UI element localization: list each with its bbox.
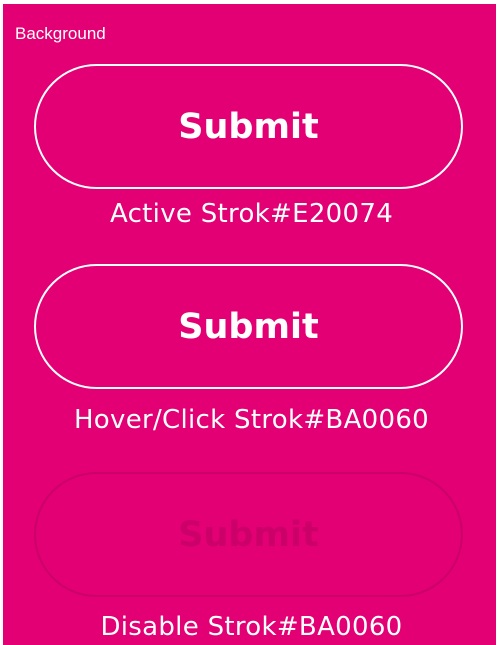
submit-button-hover[interactable]: Submit (34, 264, 463, 389)
background-label: Background (15, 24, 106, 43)
disabled-state-caption: Disable Strok#BA0060 (100, 612, 403, 642)
submit-button-disabled: Submit (34, 472, 463, 597)
hover-state-caption: Hover/Click Strok#BA0060 (73, 405, 430, 435)
active-state-caption: Active Strok#E20074 (109, 199, 394, 229)
submit-button-active[interactable]: Submit (34, 64, 463, 189)
